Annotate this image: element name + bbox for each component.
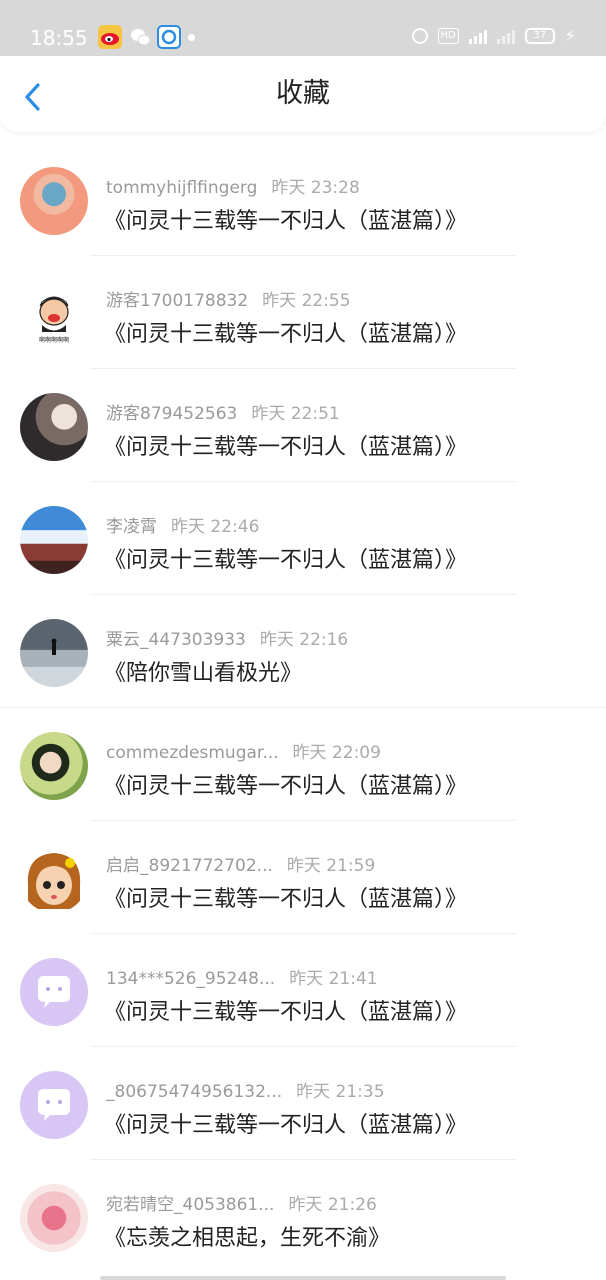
- notification-dot: [188, 34, 195, 41]
- timestamp: 昨天 22:55: [262, 291, 351, 311]
- item-title: 《问灵十三载等一不归人（蓝湛篇）》: [104, 887, 468, 912]
- username: 启启_8921772702...: [106, 856, 273, 876]
- avatar[interactable]: [20, 393, 88, 461]
- item-title: 《问灵十三载等一不归人（蓝湛篇）》: [104, 1000, 468, 1025]
- item-title: 《忘羡之相思起，生死不渝》: [104, 1226, 391, 1251]
- weibo-icon: [98, 25, 122, 49]
- avatar-caption: 啊啊啊啊啊: [39, 337, 69, 344]
- avatar[interactable]: [20, 1184, 88, 1252]
- item-title: 《陪你雪山看极光》: [104, 661, 303, 686]
- item-title: 《问灵十三载等一不归人（蓝湛篇）》: [104, 774, 468, 799]
- favorites-list: tommyhijflfingerg 昨天 23:28 《问灵十三载等一不归人（蓝湛…: [0, 143, 606, 1273]
- page-title: 收藏: [276, 78, 330, 109]
- username: tommyhijflfingerg: [106, 178, 258, 198]
- list-item[interactable]: commezdesmugar... 昨天 22:09 《问灵十三载等一不归人（蓝湛…: [0, 708, 606, 821]
- timestamp: 昨天 21:35: [296, 1082, 385, 1102]
- list-item[interactable]: 134***526_95248... 昨天 21:41 《问灵十三载等一不归人（蓝…: [0, 934, 606, 1047]
- avatar[interactable]: [20, 732, 88, 800]
- list-item[interactable]: 啊啊啊啊啊 游客1700178832 昨天 22:55 《问灵十三载等一不归人（蓝…: [0, 256, 606, 369]
- alarm-icon: [411, 27, 428, 44]
- item-title: 《问灵十三载等一不归人（蓝湛篇）》: [104, 322, 468, 347]
- scroll-indicator: [100, 1276, 506, 1280]
- status-bar: 18:55 HD 37 ⚡: [0, 0, 606, 56]
- avatar[interactable]: [20, 619, 88, 687]
- 4g-signal-icon: [468, 28, 487, 44]
- avatar[interactable]: [20, 1071, 88, 1139]
- avatar[interactable]: 啊啊啊啊啊: [20, 280, 88, 348]
- signal-icon: [496, 28, 515, 44]
- list-item[interactable]: 粟云_447303933 昨天 22:16 《陪你雪山看极光》: [0, 595, 606, 708]
- status-right-icons: HD 37 ⚡: [411, 26, 576, 45]
- avatar[interactable]: [20, 958, 88, 1026]
- timestamp: 昨天 23:28: [271, 178, 360, 198]
- item-title: 《问灵十三载等一不归人（蓝湛篇）》: [104, 1113, 468, 1138]
- timestamp: 昨天 21:41: [289, 969, 378, 989]
- username: _80675474956132...: [106, 1082, 283, 1102]
- timestamp: 昨天 22:09: [292, 743, 381, 763]
- timestamp: 昨天 22:46: [171, 517, 260, 537]
- list-item[interactable]: 游客879452563 昨天 22:51 《问灵十三载等一不归人（蓝湛篇）》: [0, 369, 606, 482]
- wechat-icon: [129, 25, 153, 49]
- list-item[interactable]: _80675474956132... 昨天 21:35 《问灵十三载等一不归人（蓝…: [0, 1047, 606, 1160]
- username: 李凌霄: [106, 517, 157, 537]
- battery-icon: 37: [524, 27, 555, 44]
- default-avatar-icon: [38, 976, 70, 1008]
- username: commezdesmugar...: [106, 743, 279, 763]
- timestamp: 昨天 22:51: [251, 404, 340, 424]
- list-item[interactable]: 宛若晴空_4053861... 昨天 21:26 《忘羡之相思起，生死不渝》: [0, 1160, 606, 1273]
- list-item[interactable]: 启启_8921772702... 昨天 21:59 《问灵十三载等一不归人（蓝湛篇…: [0, 821, 606, 934]
- username: 粟云_447303933: [106, 630, 246, 650]
- avatar[interactable]: [20, 506, 88, 574]
- username: 宛若晴空_4053861...: [106, 1195, 275, 1215]
- avatar[interactable]: [20, 167, 88, 235]
- status-time: 18:55: [30, 26, 88, 50]
- timestamp: 昨天 21:59: [286, 856, 376, 876]
- item-title: 《问灵十三载等一不归人（蓝湛篇）》: [104, 548, 468, 573]
- charging-icon: ⚡: [564, 26, 576, 45]
- list-item[interactable]: tommyhijflfingerg 昨天 23:28 《问灵十三载等一不归人（蓝湛…: [0, 143, 606, 256]
- list-item[interactable]: 李凌霄 昨天 22:46 《问灵十三载等一不归人（蓝湛篇）》: [0, 482, 606, 595]
- app-icon: [157, 25, 181, 49]
- avatar[interactable]: [20, 845, 88, 913]
- item-title: 《问灵十三载等一不归人（蓝湛篇）》: [104, 209, 468, 234]
- item-title: 《问灵十三载等一不归人（蓝湛篇）》: [104, 435, 468, 460]
- username: 游客879452563: [106, 404, 238, 424]
- username: 134***526_95248...: [106, 969, 276, 989]
- timestamp: 昨天 21:26: [288, 1195, 377, 1215]
- default-avatar-icon: [38, 1089, 70, 1121]
- header: 收藏: [0, 56, 606, 132]
- timestamp: 昨天 22:16: [259, 630, 349, 650]
- username: 游客1700178832: [106, 291, 249, 311]
- hd-icon: HD: [437, 27, 459, 44]
